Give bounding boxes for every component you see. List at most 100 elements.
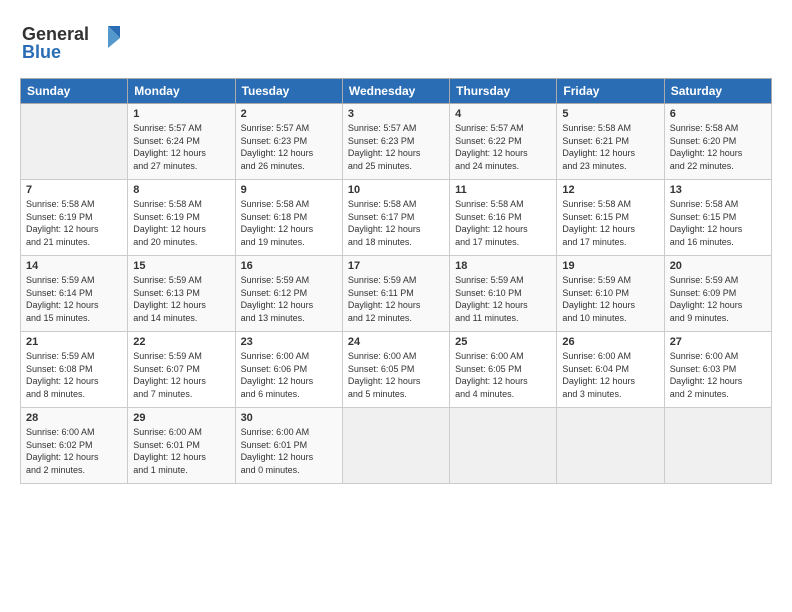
calendar-cell — [557, 408, 664, 484]
day-number: 12 — [562, 184, 658, 196]
calendar-cell: 18 Sunrise: 5:59 AM Sunset: 6:10 PM Dayli… — [450, 256, 557, 332]
calendar-week-1: 1Sunrise: 5:57 AM Sunset: 6:24 PM Daylig… — [21, 104, 772, 180]
day-info: Sunrise: 5:57 AM Sunset: 6:23 PM Dayligh… — [241, 122, 337, 172]
day-number: 6 — [670, 108, 766, 120]
weekday-header-wednesday: Wednesday — [342, 79, 449, 104]
day-info: Sunrise: 6:00 AM Sunset: 6:03 PM Dayligh… — [670, 350, 766, 400]
calendar-body: 1Sunrise: 5:57 AM Sunset: 6:24 PM Daylig… — [21, 104, 772, 484]
day-number: 9 — [241, 184, 337, 196]
calendar-week-2: 7 Sunrise: 5:58 AM Sunset: 6:19 PM Daylig… — [21, 180, 772, 256]
calendar-cell: 7 Sunrise: 5:58 AM Sunset: 6:19 PM Daylig… — [21, 180, 128, 256]
calendar-cell: 13 Sunrise: 5:58 AM Sunset: 6:15 PM Dayli… — [664, 180, 771, 256]
calendar-week-4: 21 Sunrise: 5:59 AM Sunset: 6:08 PM Dayli… — [21, 332, 772, 408]
day-info: Sunrise: 5:58 AM Sunset: 6:19 PM Dayligh… — [26, 198, 122, 248]
calendar-cell: 30 Sunrise: 6:00 AM Sunset: 6:01 PM Dayli… — [235, 408, 342, 484]
day-number: 7 — [26, 184, 122, 196]
svg-text:Blue: Blue — [22, 42, 61, 62]
calendar-week-3: 14Sunrise: 5:59 AM Sunset: 6:14 PM Dayli… — [21, 256, 772, 332]
day-number: 11 — [455, 184, 551, 196]
page: General Blue SundayMondayTuesdayWednesda… — [0, 0, 792, 612]
weekday-header-thursday: Thursday — [450, 79, 557, 104]
day-number: 19 — [562, 260, 658, 272]
day-number: 25 — [455, 336, 551, 348]
calendar-cell: 16 Sunrise: 5:59 AM Sunset: 6:12 PM Dayli… — [235, 256, 342, 332]
day-number: 8 — [133, 184, 229, 196]
day-number: 28 — [26, 412, 122, 424]
calendar-cell — [664, 408, 771, 484]
day-info: Sunrise: 5:59 AM Sunset: 6:07 PM Dayligh… — [133, 350, 229, 400]
day-number: 10 — [348, 184, 444, 196]
day-info: Sunrise: 5:58 AM Sunset: 6:16 PM Dayligh… — [455, 198, 551, 248]
calendar-cell: 20 Sunrise: 5:59 AM Sunset: 6:09 PM Dayli… — [664, 256, 771, 332]
svg-text:General: General — [22, 24, 89, 44]
calendar-cell: 19 Sunrise: 5:59 AM Sunset: 6:10 PM Dayli… — [557, 256, 664, 332]
calendar-cell: 3 Sunrise: 5:57 AM Sunset: 6:23 PM Daylig… — [342, 104, 449, 180]
day-info: Sunrise: 5:59 AM Sunset: 6:10 PM Dayligh… — [562, 274, 658, 324]
day-number: 14 — [26, 260, 122, 272]
day-info: Sunrise: 6:00 AM Sunset: 6:05 PM Dayligh… — [348, 350, 444, 400]
day-number: 23 — [241, 336, 337, 348]
day-number: 5 — [562, 108, 658, 120]
calendar-cell: 24 Sunrise: 6:00 AM Sunset: 6:05 PM Dayli… — [342, 332, 449, 408]
day-number: 24 — [348, 336, 444, 348]
day-info: Sunrise: 5:58 AM Sunset: 6:15 PM Dayligh… — [670, 198, 766, 248]
weekday-header-monday: Monday — [128, 79, 235, 104]
day-info: Sunrise: 6:00 AM Sunset: 6:01 PM Dayligh… — [133, 426, 229, 476]
calendar-week-5: 28 Sunrise: 6:00 AM Sunset: 6:02 PM Dayli… — [21, 408, 772, 484]
day-info: Sunrise: 5:57 AM Sunset: 6:24 PM Dayligh… — [133, 122, 229, 172]
day-info: Sunrise: 5:58 AM Sunset: 6:17 PM Dayligh… — [348, 198, 444, 248]
day-info: Sunrise: 5:59 AM Sunset: 6:11 PM Dayligh… — [348, 274, 444, 324]
logo-text: General Blue — [20, 18, 130, 68]
calendar-cell: 5 Sunrise: 5:58 AM Sunset: 6:21 PM Daylig… — [557, 104, 664, 180]
day-info: Sunrise: 5:59 AM Sunset: 6:08 PM Dayligh… — [26, 350, 122, 400]
calendar-header-row: SundayMondayTuesdayWednesdayThursdayFrid… — [21, 79, 772, 104]
calendar-cell: 28 Sunrise: 6:00 AM Sunset: 6:02 PM Dayli… — [21, 408, 128, 484]
calendar-cell: 1Sunrise: 5:57 AM Sunset: 6:24 PM Daylig… — [128, 104, 235, 180]
calendar-cell: 21 Sunrise: 5:59 AM Sunset: 6:08 PM Dayli… — [21, 332, 128, 408]
day-number: 20 — [670, 260, 766, 272]
day-number: 21 — [26, 336, 122, 348]
calendar-cell: 12Sunrise: 5:58 AM Sunset: 6:15 PM Dayli… — [557, 180, 664, 256]
calendar-cell: 8 Sunrise: 5:58 AM Sunset: 6:19 PM Daylig… — [128, 180, 235, 256]
calendar-cell: 15Sunrise: 5:59 AM Sunset: 6:13 PM Dayli… — [128, 256, 235, 332]
calendar-cell: 27 Sunrise: 6:00 AM Sunset: 6:03 PM Dayli… — [664, 332, 771, 408]
header: General Blue — [20, 18, 772, 68]
calendar-cell — [450, 408, 557, 484]
calendar-cell — [21, 104, 128, 180]
calendar-cell: 10 Sunrise: 5:58 AM Sunset: 6:17 PM Dayli… — [342, 180, 449, 256]
day-info: Sunrise: 6:00 AM Sunset: 6:02 PM Dayligh… — [26, 426, 122, 476]
calendar-cell — [342, 408, 449, 484]
calendar-cell: 23 Sunrise: 6:00 AM Sunset: 6:06 PM Dayli… — [235, 332, 342, 408]
calendar-cell: 9Sunrise: 5:58 AM Sunset: 6:18 PM Daylig… — [235, 180, 342, 256]
day-info: Sunrise: 5:59 AM Sunset: 6:12 PM Dayligh… — [241, 274, 337, 324]
day-number: 18 — [455, 260, 551, 272]
calendar-table: SundayMondayTuesdayWednesdayThursdayFrid… — [20, 78, 772, 484]
day-info: Sunrise: 5:57 AM Sunset: 6:23 PM Dayligh… — [348, 122, 444, 172]
day-number: 3 — [348, 108, 444, 120]
day-info: Sunrise: 6:00 AM Sunset: 6:01 PM Dayligh… — [241, 426, 337, 476]
day-info: Sunrise: 6:00 AM Sunset: 6:04 PM Dayligh… — [562, 350, 658, 400]
day-number: 13 — [670, 184, 766, 196]
calendar-cell: 2 Sunrise: 5:57 AM Sunset: 6:23 PM Daylig… — [235, 104, 342, 180]
calendar-cell: 14Sunrise: 5:59 AM Sunset: 6:14 PM Dayli… — [21, 256, 128, 332]
day-number: 26 — [562, 336, 658, 348]
day-number: 2 — [241, 108, 337, 120]
day-info: Sunrise: 6:00 AM Sunset: 6:06 PM Dayligh… — [241, 350, 337, 400]
day-number: 27 — [670, 336, 766, 348]
day-info: Sunrise: 5:59 AM Sunset: 6:13 PM Dayligh… — [133, 274, 229, 324]
day-info: Sunrise: 5:58 AM Sunset: 6:20 PM Dayligh… — [670, 122, 766, 172]
day-number: 4 — [455, 108, 551, 120]
day-info: Sunrise: 5:58 AM Sunset: 6:21 PM Dayligh… — [562, 122, 658, 172]
weekday-header-friday: Friday — [557, 79, 664, 104]
day-number: 30 — [241, 412, 337, 424]
day-info: Sunrise: 5:57 AM Sunset: 6:22 PM Dayligh… — [455, 122, 551, 172]
day-info: Sunrise: 5:59 AM Sunset: 6:10 PM Dayligh… — [455, 274, 551, 324]
weekday-header-tuesday: Tuesday — [235, 79, 342, 104]
day-number: 16 — [241, 260, 337, 272]
calendar-cell: 29Sunrise: 6:00 AM Sunset: 6:01 PM Dayli… — [128, 408, 235, 484]
day-info: Sunrise: 5:59 AM Sunset: 6:09 PM Dayligh… — [670, 274, 766, 324]
weekday-header-saturday: Saturday — [664, 79, 771, 104]
day-number: 17 — [348, 260, 444, 272]
calendar-cell: 4 Sunrise: 5:57 AM Sunset: 6:22 PM Daylig… — [450, 104, 557, 180]
day-info: Sunrise: 5:58 AM Sunset: 6:19 PM Dayligh… — [133, 198, 229, 248]
